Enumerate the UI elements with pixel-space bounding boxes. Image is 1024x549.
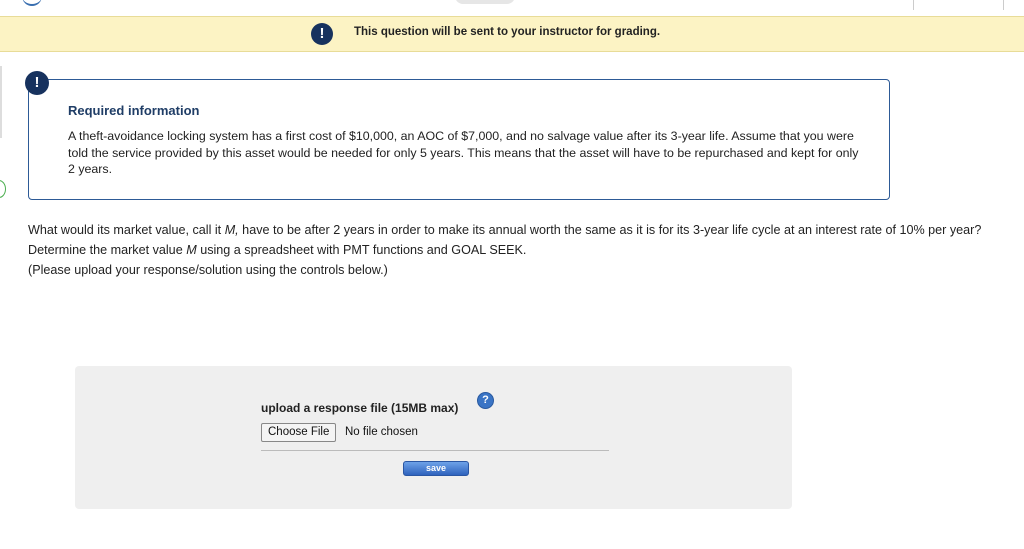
banner-text: This question will be sent to your instr… (354, 26, 661, 38)
upload-panel: upload a response file (15MB max) ? Choo… (75, 366, 792, 509)
left-edge-bar (0, 66, 2, 138)
top-arc-decoration (22, 0, 42, 6)
question-mark-icon[interactable]: ? (477, 392, 494, 409)
exclamation-icon: ! (311, 23, 333, 45)
question-variable: M, (224, 223, 239, 237)
upload-label: upload a response file (15MB max) (261, 401, 459, 415)
save-button[interactable]: save (403, 461, 469, 476)
question-part: What would its market value, call it (28, 223, 225, 237)
file-status: No file chosen (345, 426, 418, 438)
question-instruction: (Please upload your response/solution us… (28, 263, 388, 277)
top-divider (913, 0, 914, 10)
question-text: What would its market value, call it M, … (28, 220, 1018, 280)
question-part: using a spreadsheet with PMT functions a… (196, 243, 527, 257)
required-info-box: Required information A theft-avoidance l… (28, 79, 890, 200)
left-edge-arc (0, 180, 6, 198)
grading-banner: ! This question will be sent to your ins… (0, 16, 1024, 52)
required-info-heading: Required information (68, 103, 200, 118)
choose-file-button[interactable]: Choose File (261, 423, 337, 442)
exclamation-icon: ! (25, 71, 49, 95)
question-variable: M (186, 243, 197, 257)
required-info-body: A theft-avoidance locking system has a f… (68, 129, 859, 176)
top-tab-decoration (455, 0, 515, 4)
top-strip (0, 0, 1024, 16)
upload-divider (261, 450, 609, 451)
top-divider (1003, 0, 1004, 10)
